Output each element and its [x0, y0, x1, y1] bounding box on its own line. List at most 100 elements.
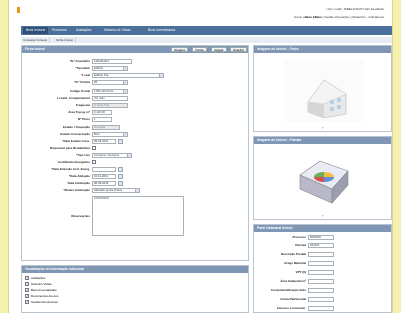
label-disponivel: Disponível para Rentabilizar	[49, 146, 90, 150]
conta-patrimonial-field[interactable]	[308, 297, 334, 302]
tab-processos[interactable]: Processos	[49, 27, 70, 34]
codigo-postal-select[interactable]: 1750-132 Porto	[92, 89, 128, 94]
row-area-topog: Área Topog. m²	[22, 109, 90, 115]
cadastral-label: Área Cadastral m²	[280, 279, 306, 283]
n-pisos-field[interactable]: 1	[92, 117, 112, 122]
cadastral-row: Conta Patrimonial	[254, 296, 306, 302]
label-local: *Local	[81, 72, 90, 78]
row-tipo-uso: *Tipo Uso	[22, 152, 90, 158]
tab-bens-inventariados[interactable]: Bens Inventariados	[145, 27, 178, 34]
vis-label: Bens Inventariados	[31, 288, 57, 292]
area-topog-field[interactable]: 2.122,00	[92, 110, 112, 115]
tipo-uso-select[interactable]: Comércio / Serviços	[92, 153, 132, 158]
vis-label: Histórico Vistas	[31, 282, 52, 286]
n-inventario-field[interactable]: 11111111111	[92, 59, 132, 64]
label-text: Tipo Bem	[76, 66, 90, 70]
pie-chart-image	[286, 153, 362, 211]
imagens-button[interactable]: Imagens	[171, 47, 189, 52]
acessos-field[interactable]	[308, 306, 334, 311]
data-estado-cons-field[interactable]: 09-03-2011	[92, 139, 116, 144]
label-n-pisos: Nº Pisos	[77, 117, 90, 121]
descricao-predial-field[interactable]	[308, 252, 334, 257]
link-gestao[interactable]: Gestão Ocupações	[324, 15, 350, 19]
calendar-icon[interactable]	[118, 181, 123, 186]
label-area-topog: Área Topog. m²	[68, 110, 90, 114]
row-n-policia: *N.º Polícia	[22, 79, 90, 85]
vis-checkbox[interactable]	[25, 276, 29, 280]
vpt-field[interactable]	[308, 270, 334, 275]
localiz-field[interactable]: Vol. adm	[92, 96, 128, 101]
cadastral-label: VPT (€)	[295, 270, 306, 274]
visitas-button[interactable]: Visitas	[192, 47, 207, 52]
calendar-icon[interactable]	[118, 174, 123, 179]
disponivel-checkbox[interactable]	[92, 146, 96, 150]
data-emissao-field[interactable]	[92, 167, 116, 172]
observacoes-textarea[interactable]: XXXXXXXX	[92, 196, 184, 236]
link-home[interactable]: Home	[294, 15, 302, 19]
label-text: Data Emissão Cert. Energ.	[52, 167, 90, 171]
cadastral-label: Processo	[292, 235, 306, 239]
row-estado-conservacao: Estado Conservação	[22, 131, 90, 137]
vis-checkbox[interactable]	[25, 282, 29, 286]
subnav-consultar[interactable]: Consultar Imóveis	[21, 37, 51, 43]
parcela-field[interactable]: 222422	[308, 243, 334, 248]
vis-label: Documentos Anexos	[31, 294, 59, 298]
cadastral-label: Artigo Matricial	[284, 261, 306, 265]
row-data-emissao: *Data Emissão Cert. Energ.	[22, 166, 90, 172]
next-photo-icon[interactable]: ›	[322, 125, 323, 130]
ficha-panel: Ficha Imóvel Imagens Visitas Apagar Guar…	[21, 45, 249, 261]
label-observacoes: Observações	[71, 214, 90, 218]
certificado-checkbox[interactable]	[92, 160, 96, 164]
tipo-bem-select[interactable]: Edifício	[92, 66, 128, 71]
vis-checkbox[interactable]	[25, 294, 29, 298]
plantas-panel: Imagens do Imóvel - Plantas ›	[253, 136, 392, 220]
cadastral-label: Descrição Predial	[280, 252, 306, 256]
app-frame: User: colab. TABELIONATO Sair Feedback H…	[8, 0, 393, 313]
area-cadastral-field[interactable]	[308, 279, 334, 284]
label-n-policia: *N.º Polícia	[74, 79, 90, 85]
photo-image	[284, 60, 364, 122]
label-text: Local	[82, 73, 90, 77]
vis-checkbox[interactable]	[25, 288, 29, 292]
label-tipo-uso: *Tipo Uso	[76, 152, 90, 158]
guardar-button[interactable]: Guardar	[230, 47, 247, 52]
cadastral-label: Parcela	[295, 243, 306, 247]
row-observacoes: Observações	[22, 213, 90, 219]
row-n-pisos: Nº Pisos	[22, 116, 90, 122]
tab-bens-imoveis[interactable]: Bens Imóveis	[23, 27, 49, 34]
label-codigo-postal: Código Postal	[69, 89, 90, 93]
visualizacao-title: Visualização de Informação Adicional	[22, 266, 248, 273]
calendar-icon[interactable]	[118, 139, 123, 144]
vis-checkbox[interactable]	[25, 300, 29, 304]
cadastral-label: Conta Identificação Solo	[270, 288, 306, 292]
link-relatorios[interactable]: Relatórios · Indicadores	[352, 15, 384, 19]
label-freguesia: Freguesia	[75, 103, 90, 107]
brand-mark	[17, 7, 20, 13]
row-freguesia: Freguesia	[22, 102, 90, 108]
n-policia-select[interactable]: 28	[92, 80, 128, 85]
data-instituicao-field[interactable]: 08-09-2015	[92, 181, 116, 186]
row-estado-ocupacao: Estado / Ocupação	[22, 124, 90, 130]
data-afetacao-field[interactable]: 10-11-2011	[92, 174, 116, 179]
subnav-ficha[interactable]: Ficha Imóvel	[54, 37, 77, 43]
fotos-title: Imagens do Imóvel - Fotos	[254, 46, 391, 53]
row-local: *Local	[22, 72, 90, 78]
sub-nav: Consultar Imóveis Ficha Imóvel	[21, 37, 392, 43]
link-bens-allans[interactable]: Bens Allans	[305, 15, 322, 19]
artigo-matricial-field[interactable]	[308, 261, 334, 266]
tab-avaliacoes[interactable]: Avaliações	[73, 27, 94, 34]
vis-label: Avaliações	[31, 276, 46, 280]
cadastral-title: Parte Cadastral Imóvel	[254, 225, 391, 232]
motivo-select[interactable]: Afetação Ajuste Direito	[92, 188, 140, 193]
apagar-button[interactable]: Apagar	[211, 47, 227, 52]
conta-solo-field[interactable]	[308, 288, 334, 293]
estado-conservacao-select[interactable]: Bom	[92, 132, 128, 137]
processo-field[interactable]: 6600000	[308, 235, 334, 240]
tab-historico-vistas[interactable]: Histórico de Vistas	[101, 27, 133, 34]
row-tipo-bem: *Tipo Bem	[22, 65, 90, 71]
row-n-inventario: *N.º Inventário	[22, 58, 90, 64]
row-motivo: *Motivo Instituição	[22, 187, 90, 193]
calendar-icon[interactable]	[118, 167, 123, 172]
next-plan-icon[interactable]: ›	[322, 213, 323, 218]
local-select[interactable]: Edifício Pra.	[92, 73, 164, 78]
